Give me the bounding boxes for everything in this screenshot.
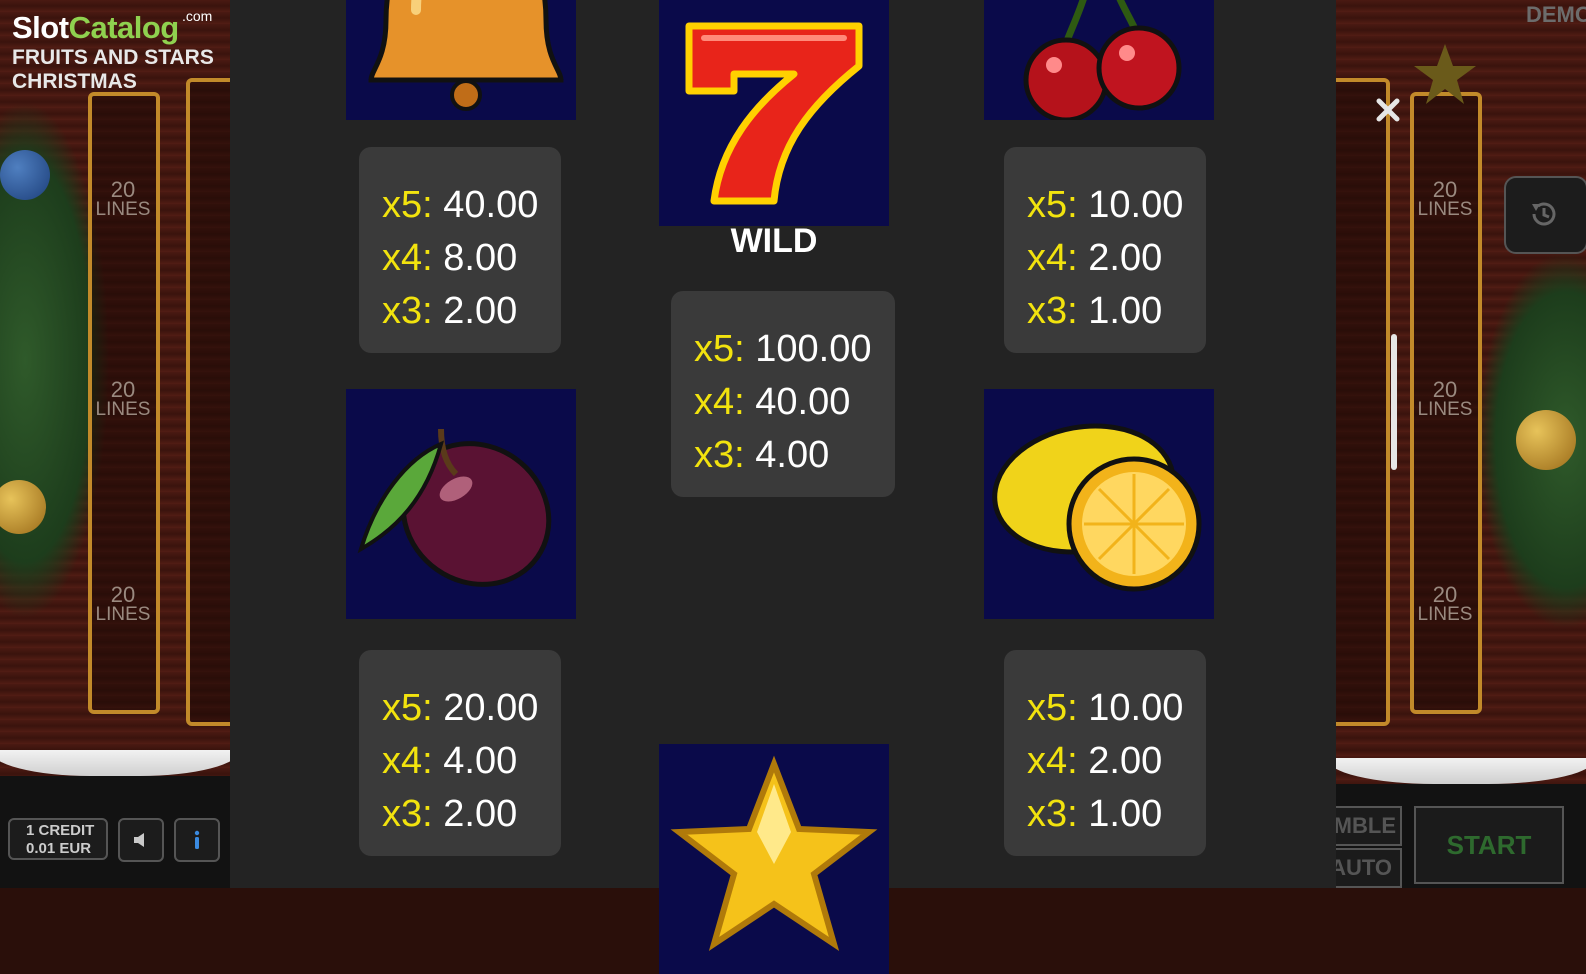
credit-value-button[interactable]: 1 CREDIT 0.01 EUR — [8, 818, 108, 860]
payout-row: x5: 10.00 — [1027, 184, 1184, 226]
speaker-icon — [134, 833, 144, 847]
start-button[interactable]: START — [1414, 806, 1564, 884]
close-paytable-button[interactable] — [1370, 92, 1406, 128]
plum-icon — [357, 428, 552, 587]
auto-button[interactable]: AUTO — [1336, 848, 1402, 888]
ornament-icon — [0, 150, 50, 200]
wild-label: WILD — [730, 222, 818, 260]
payout-row: x4: 2.00 — [1027, 740, 1163, 782]
payout-row: x3: 4.00 — [694, 434, 830, 476]
lines-label: 20 LINES — [1417, 377, 1473, 420]
ornament-icon — [1516, 410, 1576, 470]
payout-row: x5: 40.00 — [382, 184, 539, 226]
slotcatalog-logo: SlotCatalog .com FRUITS AND STARS CHRIST… — [12, 8, 214, 93]
history-icon — [1532, 202, 1556, 226]
snow-ledge — [1336, 758, 1586, 784]
star-decoration-icon — [1414, 44, 1476, 104]
info-icon — [194, 830, 200, 849]
lines-label: 20 LINES — [1417, 582, 1473, 625]
sound-button[interactable] — [118, 818, 164, 862]
reel-frame-right — [1336, 78, 1390, 726]
symbol-tile-seven — [659, 0, 889, 226]
cherry-icon — [1023, 0, 1182, 120]
payout-table-cherry: x5: 10.00 x4: 2.00 x3: 1.00 — [1004, 147, 1206, 353]
payout-row: x5: 20.00 — [382, 687, 539, 729]
star-icon — [670, 755, 878, 952]
lemon-icon — [992, 423, 1202, 592]
lines-label: 20 LINES — [95, 177, 151, 220]
symbol-tile-lemon — [984, 389, 1214, 619]
symbol-tile-star — [659, 744, 889, 974]
symbol-tile-cherry — [984, 0, 1214, 120]
payout-row: x3: 2.00 — [382, 290, 518, 332]
lines-label: 20 LINES — [95, 582, 151, 625]
lines-label: 20 LINES — [1417, 177, 1473, 220]
payout-row: x3: 1.00 — [1027, 290, 1163, 332]
symbol-tile-bell — [346, 0, 576, 120]
payout-row: x4: 2.00 — [1027, 237, 1163, 279]
history-button[interactable] — [1504, 176, 1586, 254]
close-icon — [1376, 98, 1400, 122]
symbol-tile-plum — [346, 389, 576, 619]
snow-ledge — [0, 750, 230, 776]
game-background-left: 20 LINES 20 LINES 20 LINES SlotCatalog .com… — [0, 0, 230, 888]
game-background-right: 20LINES 20LINES 20LINES GAMBLE AUTO STAR… — [1336, 0, 1586, 888]
payout-table-bell: x5: 40.00 x4: 8.00 x3: 2.00 — [359, 147, 561, 353]
payout-row: x3: 2.00 — [382, 793, 518, 835]
payout-row: x3: 1.00 — [1027, 793, 1163, 835]
demo-badge: DEMO — [1526, 2, 1586, 27]
paytable-scrollbar[interactable] — [1391, 334, 1397, 470]
payout-row: x5: 10.00 — [1027, 687, 1184, 729]
payout-table-wild: x5: 100.00 x4: 40.00 x3: 4.00 — [671, 291, 895, 497]
bell-icon — [368, 0, 564, 111]
payout-row: x4: 40.00 — [694, 381, 851, 423]
seven-icon — [685, 22, 863, 205]
reel-frame-left — [186, 78, 230, 726]
payout-table-lemon: x5: 10.00 x4: 2.00 x3: 1.00 — [1004, 650, 1206, 856]
lines-label: 20 LINES — [95, 377, 151, 420]
payout-row: x4: 8.00 — [382, 237, 518, 279]
gamble-button[interactable]: GAMBLE — [1336, 806, 1402, 846]
payout-row: x5: 100.00 — [694, 328, 872, 370]
info-button[interactable] — [174, 818, 220, 862]
game-title: CHRISTMAS — [12, 70, 137, 93]
game-title: FRUITS AND STARS — [12, 46, 214, 69]
payout-table-plum: x5: 20.00 x4: 4.00 x3: 2.00 — [359, 650, 561, 856]
payout-row: x4: 4.00 — [382, 740, 518, 782]
